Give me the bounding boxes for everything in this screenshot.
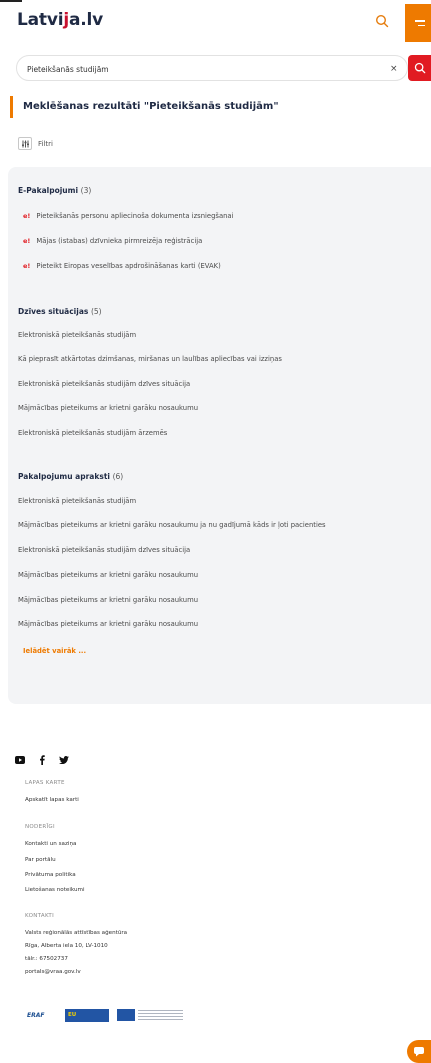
life-situation-item[interactable]: Elektroniskā pieteikšanās studijām ārzem… xyxy=(18,429,167,437)
life-situation-item[interactable]: Elektroniskā pieteikšanās studijām xyxy=(18,331,136,339)
eu-fund-logo: EU xyxy=(65,1008,109,1022)
clear-search-button[interactable]: × xyxy=(390,62,398,76)
e-service-badge: e! xyxy=(23,237,31,245)
eraf-logo: ERAF xyxy=(27,1011,45,1019)
service-description-item[interactable]: Elektroniskā pieteikšanās studijām dzīve… xyxy=(18,546,190,554)
category-count: (5) xyxy=(90,307,102,316)
category-label: Pakalpojumu apraksti xyxy=(18,472,110,481)
contact-line: Rīga, Alberta iela 10, LV-1010 xyxy=(25,943,108,949)
social-links xyxy=(15,755,83,765)
category-count: (6) xyxy=(112,472,124,481)
category-title-e-services: E-Pakalpojumi (3) xyxy=(18,186,91,195)
service-description-item[interactable]: Mājmācības pieteikums ar krietni garāku … xyxy=(18,571,198,579)
results-title: Meklēšanas rezultāti "Pieteikšanās studi… xyxy=(10,96,279,118)
e-service-label: Mājas (istabas) dzīvnieka pirmreizēja re… xyxy=(36,237,203,245)
youtube-icon[interactable] xyxy=(15,756,25,764)
load-more-link[interactable]: Ielādēt vairāk ... xyxy=(23,647,86,655)
filter-icon xyxy=(18,137,32,150)
footer-heading-contacts: KONTAKTI xyxy=(25,913,55,919)
service-description-item[interactable]: Mājmācības pieteikums ar krietni garāku … xyxy=(18,521,326,529)
site-logo[interactable]: Latvija.lv xyxy=(17,10,103,30)
funding-logos: ERAF EU xyxy=(27,1008,187,1022)
footer-link[interactable]: Lietošanas noteikumi xyxy=(25,887,85,893)
chat-button[interactable] xyxy=(407,1040,431,1063)
service-description-item[interactable]: Mājmācības pieteikums ar krietni garāku … xyxy=(18,620,198,628)
hamburger-icon xyxy=(415,17,425,29)
top-accent-line xyxy=(0,0,22,2)
contact-line: Valsts reģionālās attīstības aģentūra xyxy=(25,930,128,936)
search-icon xyxy=(414,62,425,74)
site-header: Latvija.lv xyxy=(0,0,431,48)
logo-prefix: Latvi xyxy=(17,10,64,30)
logo-suffix: a.lv xyxy=(68,10,104,30)
category-title-life-situations: Dzīves situācijas (5) xyxy=(18,307,102,316)
e-service-item[interactable]: e! Mājas (istabas) dzīvnieka pirmreizēja… xyxy=(23,237,202,245)
e-service-label: Pieteikt Eiropas veselības apdrošināšana… xyxy=(36,262,221,270)
facebook-icon[interactable] xyxy=(39,755,45,765)
category-title-service-descriptions: Pakalpojumu apraksti (6) xyxy=(18,472,123,481)
footer-heading-sitemap: LAPAS KARTE xyxy=(25,780,65,786)
search-input[interactable] xyxy=(27,61,367,77)
header-search-icon[interactable] xyxy=(375,13,393,31)
menu-button[interactable] xyxy=(405,4,431,42)
filter-label: Filtri xyxy=(38,139,53,148)
service-description-item[interactable]: Elektroniskā pieteikšanās studijām xyxy=(18,497,136,505)
contact-line[interactable]: tālr.: 67502737 xyxy=(25,956,68,962)
e-service-badge: e! xyxy=(23,212,31,220)
contact-line[interactable]: portals@vraa.gov.lv xyxy=(25,969,81,975)
footer-link[interactable]: Kontakti un saziņa xyxy=(25,841,76,847)
footer-link[interactable]: Privātuma politika xyxy=(25,872,76,878)
eu-flag-icon xyxy=(117,1009,135,1021)
eu-logo-text xyxy=(138,1010,183,1020)
e-service-badge: e! xyxy=(23,262,31,270)
e-service-item[interactable]: e! Pieteikt Eiropas veselības apdrošināš… xyxy=(23,262,221,270)
life-situation-item[interactable]: Mājmācības pieteikums ar krietni garāku … xyxy=(18,404,198,412)
footer-link-sitemap[interactable]: Apskatīt lapas karti xyxy=(25,797,79,803)
search-submit-button[interactable] xyxy=(408,55,431,81)
category-count: (3) xyxy=(80,186,92,195)
search-bar: × xyxy=(16,55,408,81)
footer-heading-useful: NODERĪGI xyxy=(25,824,55,830)
service-description-item[interactable]: Mājmācības pieteikums ar krietni garāku … xyxy=(18,596,198,604)
eu-union-logo xyxy=(117,1008,187,1022)
filter-button[interactable]: Filtri xyxy=(18,137,53,150)
category-label: Dzīves situācijas xyxy=(18,307,89,316)
category-label: E-Pakalpojumi xyxy=(18,186,79,195)
life-situation-item[interactable]: Kā pieprasīt atkārtotas dzimšanas, mirša… xyxy=(18,355,282,363)
life-situation-item[interactable]: Elektroniskā pieteikšanās studijām dzīve… xyxy=(18,380,190,388)
e-service-label: Pieteikšanās personu apliecinoša dokumen… xyxy=(36,212,234,220)
footer-link[interactable]: Par portālu xyxy=(25,857,56,863)
twitter-icon[interactable] xyxy=(59,756,69,764)
e-service-item[interactable]: e! Pieteikšanās personu apliecinoša doku… xyxy=(23,212,233,220)
chat-icon xyxy=(414,1047,424,1057)
